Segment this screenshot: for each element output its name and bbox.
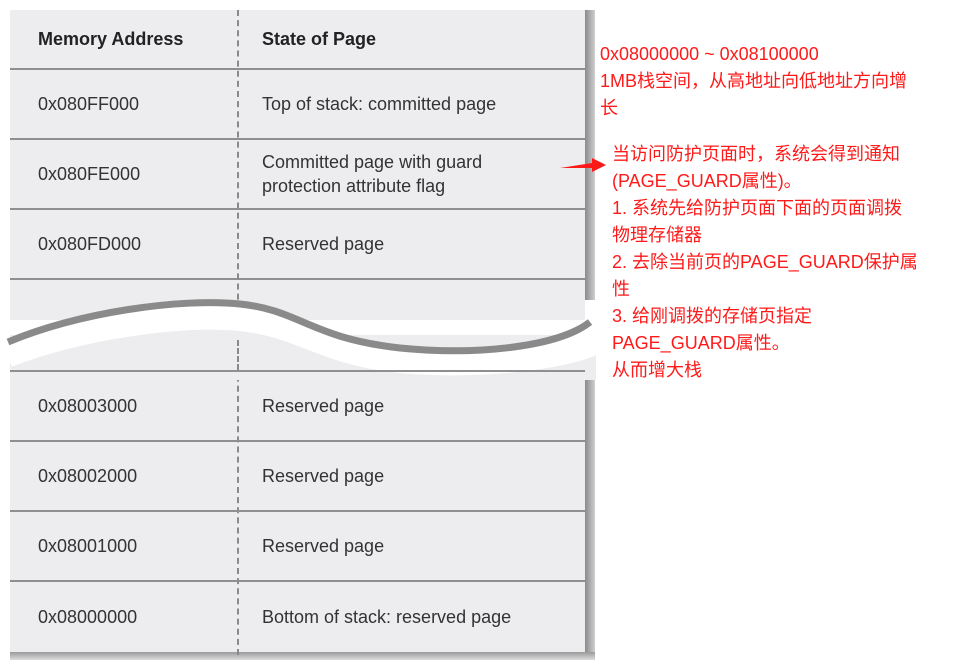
header-memory-address: Memory Address [38,28,184,49]
column-divider [237,340,239,370]
range-note: 0x08000000 ~ 0x08100000 1MB栈空间，从高地址向低地址方… [600,41,907,122]
note-line: 物理存储器 [612,225,702,245]
state-cell: Reserved page [262,396,385,416]
note-line: 长 [600,98,618,118]
address-cell: 0x08000000 [38,606,138,627]
table-shadow [10,652,595,660]
state-cell: Reserved page [262,466,385,486]
table-header: Memory Address State of Page [10,10,585,70]
table-row: 0x08001000 Reserved page [10,512,585,582]
state-cell: Reserved page [262,536,385,556]
state-cell: Committed page with guard protection att… [262,152,483,196]
note-line: 性 [612,279,630,299]
header-state-of-page: State of Page [262,29,377,49]
guard-page-note: 当访问防护页面时，系统会得到通知 (PAGE_GUARD属性)。 1. 系统先给… [612,141,918,384]
note-line: 从而增大栈 [612,360,702,380]
table-row: 0x080FE000 Committed page with guard pro… [10,140,585,210]
address-cell: 0x080FD000 [38,233,142,254]
address-cell: 0x08001000 [38,535,138,556]
table-shadow [585,10,595,300]
state-cell: Bottom of stack: reserved page [262,607,512,627]
note-line: 当访问防护页面时，系统会得到通知 [612,144,900,164]
column-divider [237,10,239,330]
address-cell: 0x08003000 [38,395,138,416]
note-line: 1MB栈空间，从高地址向低地址方向增 [600,71,908,91]
note-line: (PAGE_GUARD属性)。 [612,171,802,191]
note-line: 0x08000000 ~ 0x08100000 [600,44,819,64]
table-row: 0x08003000 Reserved page [10,372,585,442]
state-cell: Reserved page [262,234,385,254]
table-row: 0x08000000 Bottom of stack: reserved pag… [10,582,585,652]
address-cell: 0x080FF000 [38,93,140,114]
note-line: 2. 去除当前页的PAGE_GUARD保护属 [612,252,918,272]
state-cell: Top of stack: committed page [262,94,497,114]
address-cell: 0x080FE000 [38,163,141,184]
torn-break [0,299,600,380]
table-shadow [585,345,595,660]
table-row: 0x08002000 Reserved page [10,442,585,512]
note-line: PAGE_GUARD属性。 [612,333,790,353]
arrow-icon [560,158,606,172]
note-line: 3. 给刚调拨的存储页指定 [612,306,813,326]
table-row: 0x080FD000 Reserved page [10,210,585,280]
table-row: 0x080FF000 Top of stack: committed page [10,70,585,140]
note-line: 1. 系统先给防护页面下面的页面调拨 [612,198,903,218]
address-cell: 0x08002000 [38,465,138,486]
